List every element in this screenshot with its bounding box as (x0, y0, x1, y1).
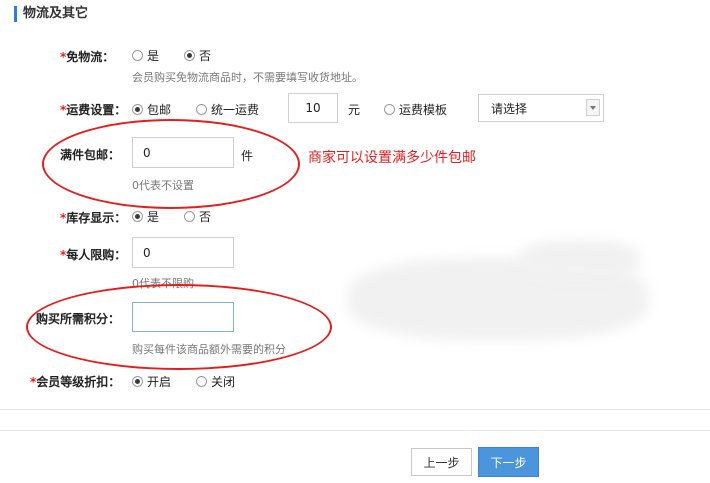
full-pieces-annotation: 商家可以设置满多少件包邮 (308, 150, 476, 166)
chevron-down-icon (586, 99, 600, 116)
member-discount-off-label: 关闭 (211, 375, 236, 389)
stock-display-yes-label: 是 (147, 210, 160, 224)
shipping-flat-radio[interactable] (196, 104, 207, 115)
shipping-free-label: 包邮 (147, 103, 172, 117)
free-shipping-yes-label: 是 (147, 49, 160, 63)
stock-display-no-radio[interactable] (184, 211, 195, 222)
divider (0, 409, 710, 410)
free-shipping-no-radio[interactable] (184, 50, 195, 61)
free-shipping-no-label: 否 (199, 49, 212, 63)
member-discount-label: *会员等级折扣： (30, 375, 121, 389)
highlight-ellipse-full-pieces (42, 119, 300, 209)
shipping-template-radio[interactable] (384, 104, 395, 115)
blur-smudge (520, 240, 640, 280)
stock-display-yes-radio[interactable] (132, 211, 143, 222)
member-discount-off-radio[interactable] (196, 376, 207, 387)
shipping-template-select[interactable]: 请选择 (478, 94, 604, 122)
purchase-limit-input[interactable]: 0 (132, 237, 234, 268)
stock-display-label: *库存显示： (60, 211, 127, 225)
prev-step-button[interactable]: 上一步 (411, 448, 472, 476)
free-shipping-label: *免物流： (60, 50, 115, 64)
next-step-button[interactable]: 下一步 (478, 447, 539, 477)
free-shipping-hint: 会员购买免物流商品时，不需要填写收货地址。 (132, 71, 363, 84)
stock-display-no-label: 否 (199, 210, 212, 224)
divider (0, 430, 710, 431)
member-discount-on-label: 开启 (147, 375, 172, 389)
member-discount-on-radio[interactable] (132, 376, 143, 387)
shipping-free-radio[interactable] (132, 104, 143, 115)
free-shipping-yes-radio[interactable] (132, 50, 143, 61)
section-title: 物流及其它 (14, 6, 88, 22)
shipping-flat-label: 统一运费 (211, 103, 260, 117)
shipping-template-select-value: 请选择 (491, 101, 528, 116)
purchase-limit-label: *每人限购： (60, 248, 127, 262)
shipping-template-label: 运费模板 (399, 103, 448, 117)
highlight-ellipse-points (26, 284, 332, 370)
flat-fee-input[interactable]: 10 (288, 93, 338, 123)
shipping-settings-label: *运费设置： (60, 103, 127, 117)
flat-fee-unit: 元 (348, 103, 361, 117)
